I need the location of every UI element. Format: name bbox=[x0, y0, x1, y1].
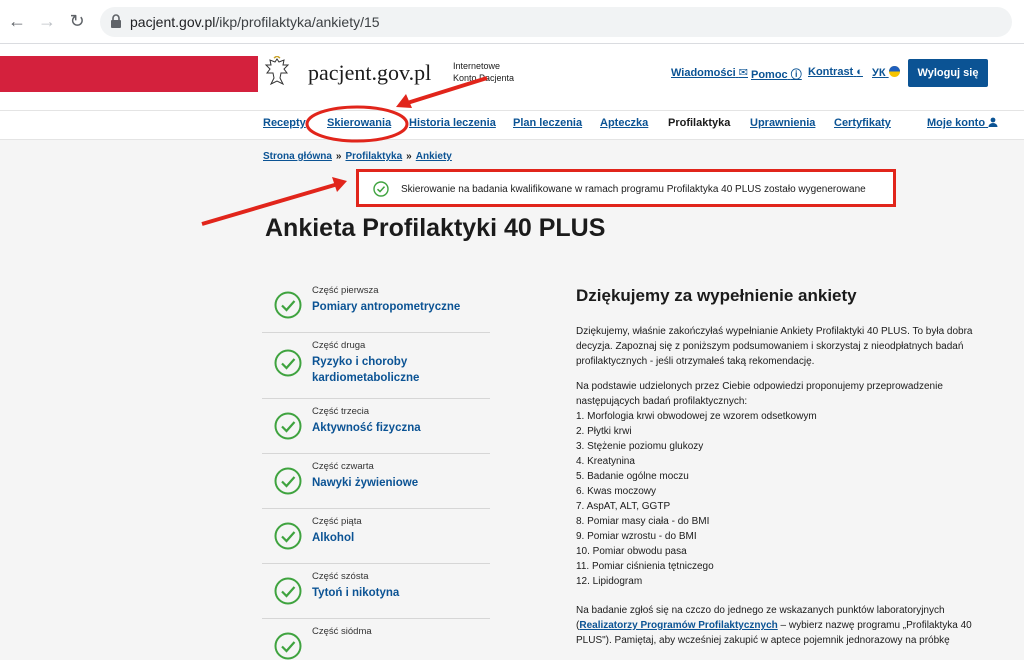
logout-button[interactable]: Wyloguj się bbox=[908, 59, 988, 87]
question-icon: ⓘ bbox=[790, 69, 802, 81]
site-header: pacjent.gov.pl Internetowe Konto Pacjent… bbox=[0, 44, 1024, 110]
realizatorzy-link[interactable]: Realizatorzy Programów Profilaktycznych bbox=[579, 620, 777, 631]
check-circle-icon bbox=[274, 467, 302, 495]
list-item: 7. AspAT, ALT, GGTP bbox=[576, 501, 671, 512]
step-part: Część pierwsza bbox=[312, 285, 379, 296]
step-item[interactable]: Część czwarta Nawyki żywieniowe bbox=[262, 454, 490, 509]
step-item[interactable]: Część druga Ryzyko i choroby kardiometab… bbox=[262, 333, 490, 399]
list-item: 6. Kwas moczowy bbox=[576, 486, 657, 497]
list-item: 9. Pomiar wzrostu - do BMI bbox=[576, 531, 697, 542]
check-circle-icon bbox=[274, 291, 302, 319]
step-part: Część piąta bbox=[312, 516, 362, 527]
list-item: 10. Pomiar obwodu pasa bbox=[576, 546, 687, 557]
step-title[interactable]: Nawyki żywieniowe bbox=[312, 475, 482, 491]
browser-toolbar: ← → ↻ pacjent.gov.pl/ikp/profilaktyka/an… bbox=[0, 0, 1024, 44]
forward-arrow-icon[interactable]: → bbox=[36, 10, 58, 32]
step-title[interactable]: Aktywność fizyczna bbox=[312, 420, 482, 436]
list-item: 3. Stężenie poziomu glukozy bbox=[576, 441, 704, 452]
footer-paragraph: Na badanie zgłoś się na czczo do jednego… bbox=[576, 605, 972, 646]
intro-paragraph: Dziękujemy, właśnie zakończyłaś wypełnia… bbox=[576, 326, 973, 367]
list-item: 12. Lipidogram bbox=[576, 576, 643, 587]
step-title[interactable]: Tytoń i nikotyna bbox=[312, 585, 482, 601]
step-item[interactable]: Część siódma bbox=[262, 619, 490, 660]
nav-recepty[interactable]: Recepty bbox=[263, 117, 306, 129]
step-part: Część czwarta bbox=[312, 461, 374, 472]
thanks-heading: Dziękujemy za wypełnienie ankiety bbox=[576, 286, 857, 305]
breadcrumb-ankiety[interactable]: Ankiety bbox=[416, 151, 452, 162]
ukraine-flag-icon bbox=[888, 66, 900, 77]
brand-red-band bbox=[0, 56, 258, 92]
site-logo[interactable]: pacjent.gov.pl bbox=[308, 60, 431, 86]
nav-moje-konto[interactable]: Moje konto bbox=[927, 117, 998, 129]
step-part: Część siódma bbox=[312, 626, 372, 637]
nav-uprawnienia[interactable]: Uprawnienia bbox=[750, 117, 815, 129]
list-item: 2. Płytki krwi bbox=[576, 426, 632, 437]
check-circle-icon bbox=[274, 632, 302, 660]
step-title[interactable]: Alkohol bbox=[312, 530, 482, 546]
step-item[interactable]: Część szósta Tytoń i nikotyna bbox=[262, 564, 490, 619]
nav-plan-leczenia[interactable]: Plan leczenia bbox=[513, 117, 582, 129]
check-circle-icon bbox=[274, 522, 302, 550]
proposal-paragraph: Na podstawie udzielonych przez Ciebie od… bbox=[576, 381, 943, 407]
step-item[interactable]: Część pierwsza Pomiary antropometryczne bbox=[262, 278, 490, 333]
step-part: Część trzecia bbox=[312, 406, 370, 417]
polish-eagle-icon bbox=[264, 56, 290, 86]
breadcrumb: Strona główna» Profilaktyka» Ankiety bbox=[263, 151, 452, 162]
list-item: 5. Badanie ogólne moczu bbox=[576, 471, 689, 482]
breadcrumb-home[interactable]: Strona główna bbox=[263, 151, 332, 162]
list-item: 1. Morfologia krwi obwodowej ze wzorem o… bbox=[576, 411, 817, 422]
step-part: Część druga bbox=[312, 340, 366, 351]
nav-certyfikaty[interactable]: Certyfikaty bbox=[834, 117, 891, 129]
step-item[interactable]: Część piąta Alkohol bbox=[262, 509, 490, 564]
nav-profilaktyka[interactable]: Profilaktyka bbox=[668, 117, 730, 129]
nav-historia-leczenia[interactable]: Historia leczenia bbox=[409, 117, 496, 129]
nav-apteczka[interactable]: Apteczka bbox=[600, 117, 648, 129]
notice-text: Skierowanie na badania kwalifikowane w r… bbox=[401, 184, 866, 195]
user-icon bbox=[988, 117, 998, 127]
contrast-icon: ◐ bbox=[856, 66, 863, 78]
nav-skierowania[interactable]: Skierowania bbox=[327, 117, 391, 129]
check-circle-icon bbox=[274, 349, 302, 377]
step-part: Część szósta bbox=[312, 571, 369, 582]
page-title: Ankieta Profilaktyki 40 PLUS bbox=[265, 214, 606, 242]
main-navigation: Recepty Skierowania Historia leczenia Pl… bbox=[0, 110, 1024, 140]
test-list: 1. Morfologia krwi obwodowej ze wzorem o… bbox=[576, 409, 817, 589]
breadcrumb-profilaktyka[interactable]: Profilaktyka bbox=[345, 151, 402, 162]
check-circle-icon bbox=[274, 412, 302, 440]
back-arrow-icon[interactable]: ← bbox=[6, 10, 28, 32]
list-item: 11. Pomiar ciśnienia tętniczego bbox=[576, 561, 714, 572]
reload-icon[interactable]: ↻ bbox=[66, 10, 88, 32]
site-subtitle: Internetowe Konto Pacjenta bbox=[453, 61, 515, 83]
check-circle-icon bbox=[274, 577, 302, 605]
contrast-link[interactable]: Kontrast ◐ bbox=[808, 66, 863, 78]
step-title[interactable]: Pomiary antropometryczne bbox=[312, 299, 482, 315]
step-title[interactable]: Ryzyko i choroby kardiometaboliczne bbox=[312, 354, 482, 386]
list-item: 4. Kreatynina bbox=[576, 456, 635, 467]
list-item: 8. Pomiar masy ciała - do BMI bbox=[576, 516, 710, 527]
messages-link[interactable]: Wiadomości ✉ bbox=[671, 66, 748, 79]
url-text: pacjent.gov.pl/ikp/profilaktyka/ankiety/… bbox=[130, 14, 380, 30]
help-link[interactable]: Pomoc ⓘ bbox=[751, 66, 802, 82]
envelope-icon: ✉ bbox=[738, 67, 748, 79]
language-link[interactable]: УК bbox=[872, 66, 900, 79]
check-circle-icon bbox=[373, 181, 389, 197]
lock-icon bbox=[111, 14, 121, 28]
address-bar[interactable]: pacjent.gov.pl/ikp/profilaktyka/ankiety/… bbox=[100, 7, 1012, 37]
step-item[interactable]: Część trzecia Aktywność fizyczna bbox=[262, 399, 490, 454]
success-notice: Skierowanie na badania kwalifikowane w r… bbox=[356, 169, 896, 207]
